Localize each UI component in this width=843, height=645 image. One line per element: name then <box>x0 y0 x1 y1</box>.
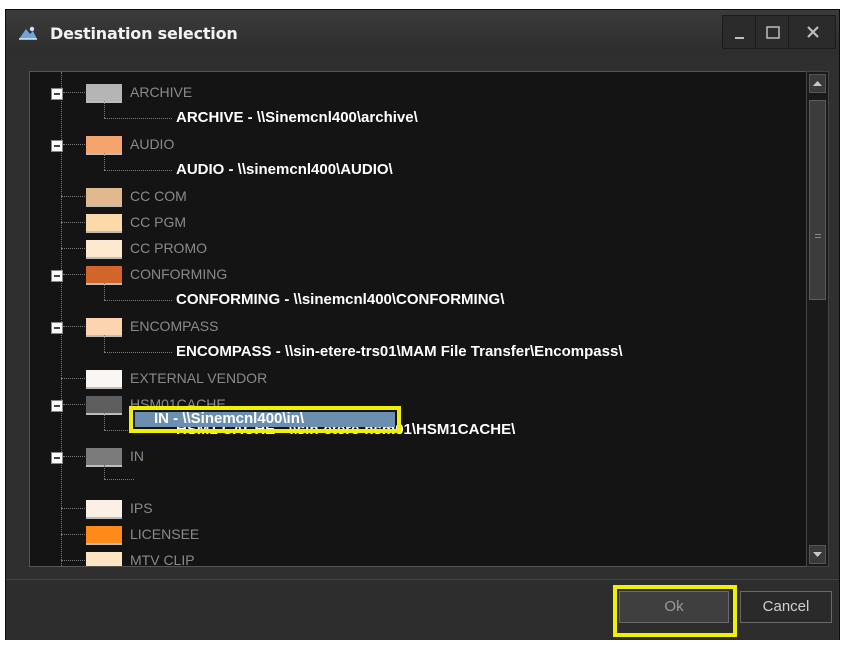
color-swatch <box>86 240 122 259</box>
tree-node-ips[interactable]: IPS <box>30 495 800 521</box>
color-swatch <box>86 188 122 207</box>
close-icon <box>807 26 819 38</box>
category-label: AUDIO <box>130 136 175 152</box>
triangle-down-icon <box>813 552 822 557</box>
tree-node-cc-promo[interactable]: CC PROMO <box>30 235 800 261</box>
category-label: CC PROMO <box>130 240 207 256</box>
close-button[interactable] <box>788 15 836 49</box>
scrollbar-thumb[interactable] <box>809 100 826 300</box>
category-label: CC PGM <box>130 214 186 230</box>
tree-child-conforming[interactable]: CONFORMING - \\sinemcnl400\CONFORMING\ <box>30 283 800 313</box>
color-swatch <box>86 552 122 566</box>
category-label: LICENSEE <box>130 526 200 542</box>
tree-node-conforming[interactable]: CONFORMING <box>30 261 800 287</box>
destination-label: CONFORMING - \\sinemcnl400\CONFORMING\ <box>176 291 505 308</box>
collapse-icon[interactable] <box>51 140 63 152</box>
color-swatch <box>86 370 122 389</box>
scroll-down-button[interactable] <box>809 545 826 564</box>
destination-label: ARCHIVE - \\Sinemcnl400\archive\ <box>176 109 418 126</box>
tree-child-archive[interactable]: ARCHIVE - \\Sinemcnl400\archive\ <box>30 101 800 131</box>
vertical-scrollbar[interactable] <box>806 71 829 567</box>
grip-icon <box>815 234 821 238</box>
category-label: IN <box>130 448 144 464</box>
category-label: MTV CLIP <box>130 552 195 567</box>
tree-node-in[interactable]: IN <box>30 443 800 469</box>
tree-node-cc-pgm[interactable]: CC PGM <box>30 209 800 235</box>
scroll-up-button[interactable] <box>809 74 826 93</box>
tree-node-archive[interactable]: ARCHIVE <box>30 79 800 105</box>
category-label: EXTERNAL VENDOR <box>130 370 268 386</box>
tree-node-licensee[interactable]: LICENSEE <box>30 521 800 547</box>
destination-tree[interactable]: ARCHIVE ARCHIVE - \\Sinemcnl400\archive\… <box>29 71 808 567</box>
ok-button-highlight <box>613 585 737 637</box>
triangle-up-icon <box>813 81 822 86</box>
minimize-button[interactable] <box>722 15 756 49</box>
collapse-icon[interactable] <box>51 322 63 334</box>
destination-label: ENCOMPASS - \\sin-etere-trs01\MAM File T… <box>176 343 623 360</box>
tree-node-external-vendor[interactable]: EXTERNAL VENDOR <box>30 365 800 391</box>
tree-node-mtv-clip[interactable]: MTV CLIP <box>30 547 800 567</box>
maximize-icon <box>766 26 780 39</box>
category-label: CC COM <box>130 188 187 204</box>
color-swatch <box>86 214 122 233</box>
maximize-button[interactable] <box>755 15 789 49</box>
tree-node-audio[interactable]: AUDIO <box>30 131 800 157</box>
minimize-icon <box>735 37 744 39</box>
color-swatch <box>86 526 122 545</box>
category-label: IPS <box>130 500 153 516</box>
tree-node-cc-com[interactable]: CC COM <box>30 183 800 209</box>
destination-label: AUDIO - \\sinemcnl400\AUDIO\ <box>176 161 393 178</box>
tree-child-encompass[interactable]: ENCOMPASS - \\sin-etere-trs01\MAM File T… <box>30 335 800 365</box>
collapse-icon[interactable] <box>51 452 63 464</box>
collapse-icon[interactable] <box>51 88 63 100</box>
tree-node-encompass[interactable]: ENCOMPASS <box>30 313 800 339</box>
collapse-icon[interactable] <box>51 400 63 412</box>
category-label: CONFORMING <box>130 266 228 282</box>
category-label: ENCOMPASS <box>130 318 219 334</box>
color-swatch <box>86 500 122 519</box>
tree-child-audio[interactable]: AUDIO - \\sinemcnl400\AUDIO\ <box>30 153 800 183</box>
cancel-button[interactable]: Cancel <box>740 591 832 623</box>
tree-child-in-label[interactable]: IN - \\Sinemcnl400\in\ <box>154 410 304 427</box>
destination-selection-dialog: Destination selection ARCHIVE ARCHIVE - … <box>5 9 840 640</box>
window-title: Destination selection <box>50 24 238 43</box>
category-label: ARCHIVE <box>130 84 193 100</box>
title-bar[interactable]: Destination selection <box>6 10 839 55</box>
app-icon <box>19 26 37 40</box>
collapse-icon[interactable] <box>51 270 63 282</box>
